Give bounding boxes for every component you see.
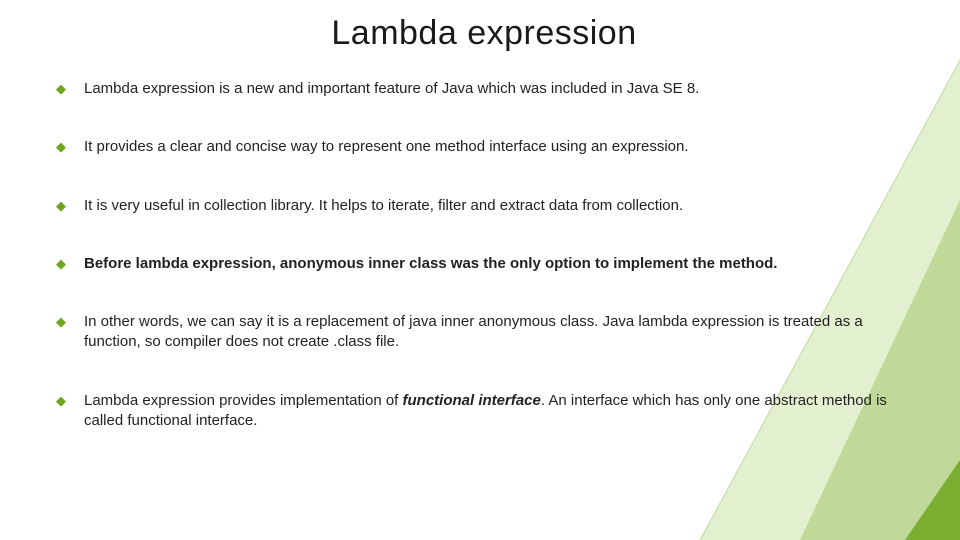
bullet-item: Lambda expression is a new and important… <box>56 79 912 99</box>
slide: Lambda expression Lambda expression is a… <box>0 0 960 540</box>
bullet-item: It provides a clear and concise way to r… <box>56 137 912 157</box>
bullet-list: Lambda expression is a new and important… <box>56 79 912 431</box>
bullet-item: It is very useful in collection library.… <box>56 196 912 216</box>
bullet-item: Before lambda expression, anonymous inne… <box>56 254 912 274</box>
bullet-item: Lambda expression provides implementatio… <box>56 391 912 432</box>
slide-title: Lambda expression <box>56 14 912 53</box>
bullet-item: In other words, we can say it is a repla… <box>56 312 912 353</box>
